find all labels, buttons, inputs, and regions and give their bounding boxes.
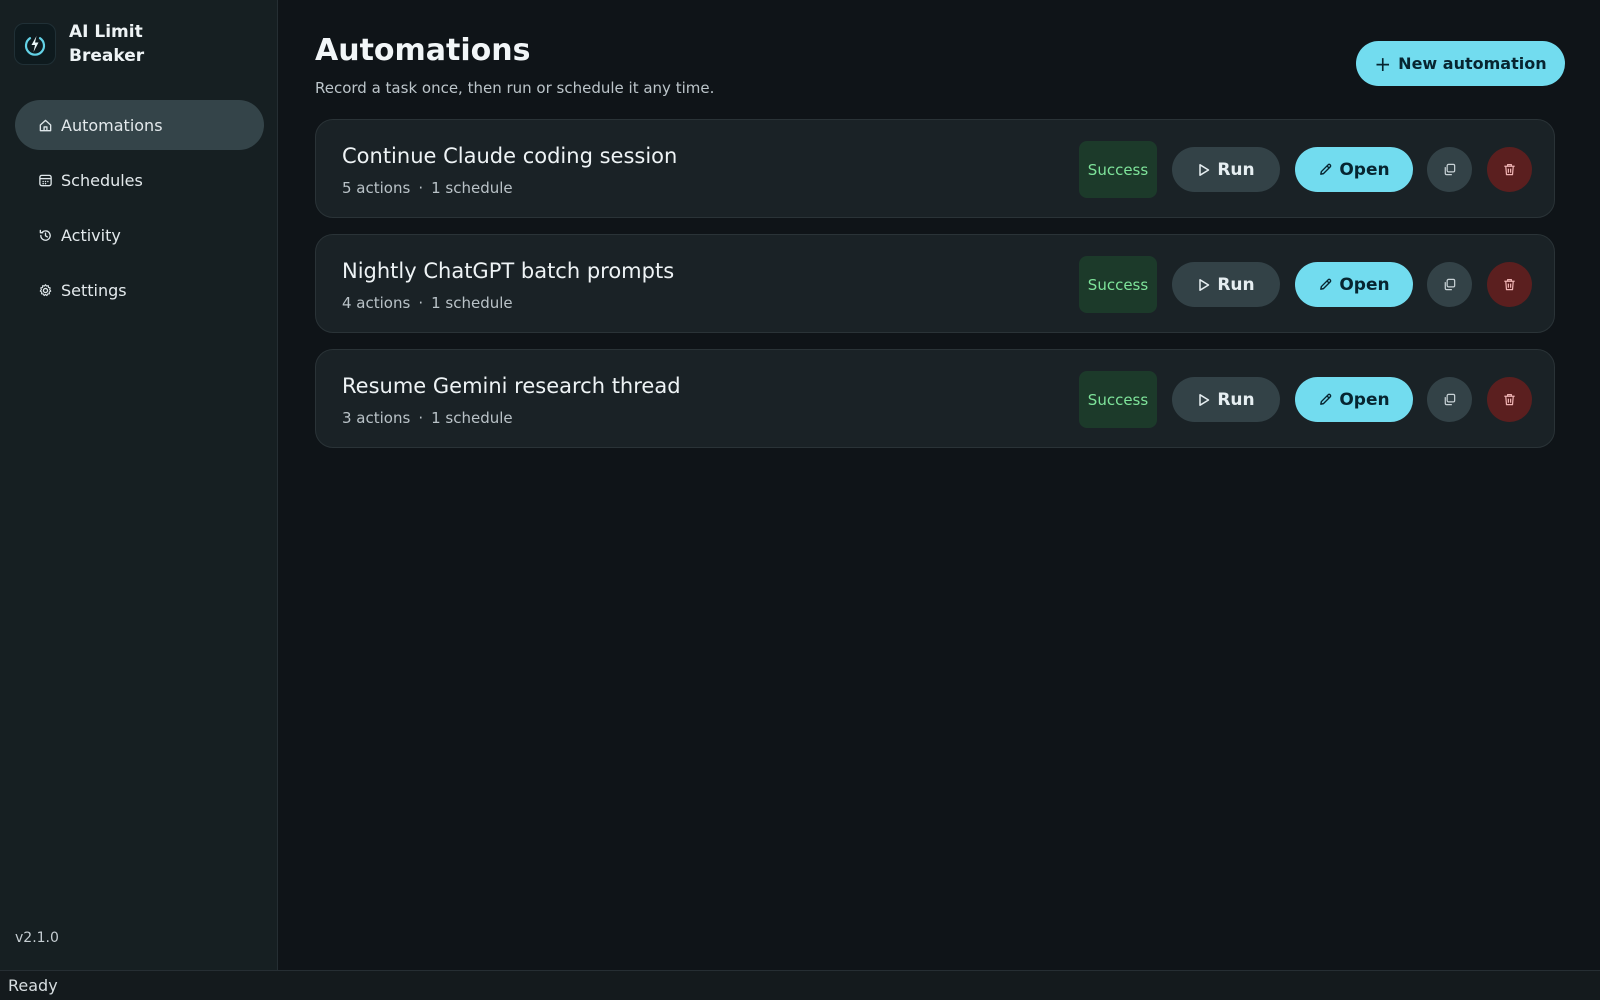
plus-icon: +: [1374, 51, 1392, 76]
automation-card: Continue Claude coding session 5 actions…: [315, 119, 1555, 218]
home-icon: [37, 117, 53, 133]
duplicate-button[interactable]: [1427, 377, 1472, 422]
open-label: Open: [1339, 389, 1390, 410]
history-icon: [37, 227, 53, 243]
app-version: v2.1.0: [15, 930, 59, 946]
sidebar-item-activity[interactable]: Activity: [15, 210, 264, 260]
pencil-icon: [1320, 278, 1332, 290]
sidebar-item-label: Activity: [61, 225, 121, 245]
status-text: Ready: [8, 976, 58, 995]
automation-title: Resume Gemini research thread: [342, 374, 681, 398]
status-badge: Success: [1079, 371, 1157, 428]
brand: AI Limit Breaker: [14, 20, 159, 68]
sidebar-item-automations[interactable]: Automations: [15, 100, 264, 150]
automation-meta: 4 actions · 1 schedule: [342, 294, 513, 312]
run-button[interactable]: Run: [1172, 147, 1280, 192]
run-button[interactable]: Run: [1172, 262, 1280, 307]
run-label: Run: [1217, 274, 1255, 295]
main-content: Automations Record a task once, then run…: [278, 0, 1600, 970]
trash-icon: [1504, 394, 1515, 406]
new-automation-button[interactable]: + New automation: [1356, 41, 1565, 86]
sidebar-item-schedules[interactable]: Schedules: [15, 155, 264, 205]
automation-title: Nightly ChatGPT batch prompts: [342, 259, 675, 283]
open-button[interactable]: Open: [1295, 147, 1413, 192]
lightning-power-icon: [14, 23, 56, 65]
automation-title: Continue Claude coding session: [342, 144, 678, 168]
sidebar-item-settings[interactable]: Settings: [15, 265, 264, 315]
pencil-icon: [1320, 393, 1332, 405]
app-name: AI Limit Breaker: [69, 22, 145, 66]
copy-icon: [1444, 278, 1456, 291]
pencil-icon: [1320, 163, 1332, 175]
gear-icon: [37, 282, 53, 298]
sidebar: AI Limit Breaker Automations Schedules A…: [0, 0, 278, 970]
run-label: Run: [1217, 389, 1255, 410]
automation-card: Nightly ChatGPT batch prompts 4 actions ·…: [315, 234, 1555, 333]
meta-separator: ·: [418, 409, 424, 427]
play-icon: [1199, 278, 1210, 291]
action-count: 3 actions: [342, 409, 411, 427]
run-label: Run: [1217, 159, 1255, 180]
open-button[interactable]: Open: [1295, 262, 1413, 307]
delete-button[interactable]: [1487, 147, 1532, 192]
sidebar-item-label: Schedules: [61, 170, 143, 190]
sidebar-nav: Automations Schedules Activity Settings: [15, 100, 264, 320]
meta-separator: ·: [418, 294, 424, 312]
schedule-count: 1 schedule: [431, 179, 513, 197]
page-subtitle: Record a task once, then run or schedule…: [315, 79, 715, 97]
open-button[interactable]: Open: [1295, 377, 1413, 422]
run-button[interactable]: Run: [1172, 377, 1280, 422]
copy-icon: [1444, 393, 1456, 406]
status-bar: Ready: [0, 970, 1600, 1000]
sidebar-item-label: Settings: [61, 280, 127, 300]
duplicate-button[interactable]: [1427, 147, 1472, 192]
status-badge: Success: [1079, 141, 1157, 198]
open-label: Open: [1339, 274, 1390, 295]
automation-meta: 3 actions · 1 schedule: [342, 409, 513, 427]
action-count: 5 actions: [342, 179, 411, 197]
status-badge: Success: [1079, 256, 1157, 313]
play-icon: [1199, 393, 1210, 406]
delete-button[interactable]: [1487, 262, 1532, 307]
calendar-icon: [37, 172, 53, 188]
copy-icon: [1444, 163, 1456, 176]
delete-button[interactable]: [1487, 377, 1532, 422]
new-automation-label: New automation: [1398, 54, 1547, 73]
sidebar-item-label: Automations: [61, 115, 163, 135]
action-count: 4 actions: [342, 294, 411, 312]
open-label: Open: [1339, 159, 1390, 180]
page-title: Automations: [315, 33, 531, 68]
trash-icon: [1504, 279, 1515, 291]
duplicate-button[interactable]: [1427, 262, 1472, 307]
schedule-count: 1 schedule: [431, 294, 513, 312]
trash-icon: [1504, 164, 1515, 176]
automation-card: Resume Gemini research thread 3 actions ·…: [315, 349, 1555, 448]
play-icon: [1199, 163, 1210, 176]
schedule-count: 1 schedule: [431, 409, 513, 427]
meta-separator: ·: [418, 179, 424, 197]
automation-list: Continue Claude coding session 5 actions…: [315, 119, 1555, 464]
automation-meta: 5 actions · 1 schedule: [342, 179, 513, 197]
